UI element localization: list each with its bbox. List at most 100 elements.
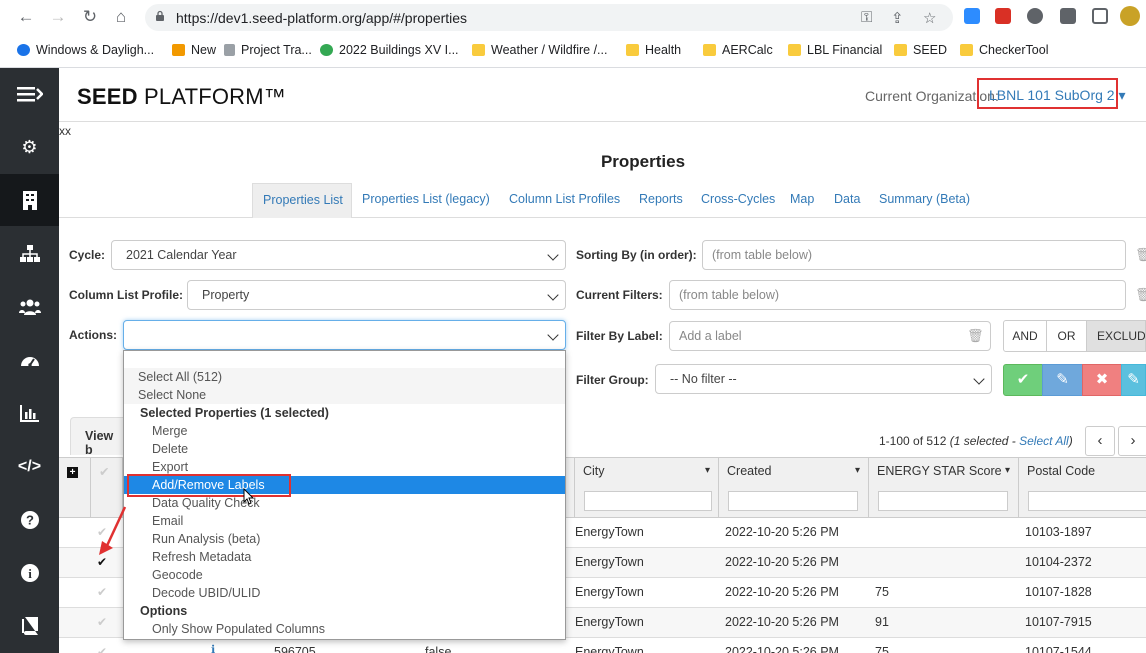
code-icon[interactable]: </>: [0, 441, 59, 493]
expand-all-header[interactable]: +: [59, 458, 91, 518]
users-icon[interactable]: [0, 281, 59, 333]
dashboard-gauge-icon[interactable]: [0, 334, 59, 386]
tab-reports[interactable]: Reports: [639, 183, 683, 218]
key-icon[interactable]: ⚿: [861, 9, 872, 26]
rename-filter-button[interactable]: ✎: [1042, 364, 1083, 396]
info-icon[interactable]: i: [0, 547, 59, 599]
home-icon[interactable]: ⌂: [109, 5, 133, 29]
tab-summary-beta[interactable]: Summary (Beta): [879, 183, 970, 218]
view-by-tab[interactable]: View b: [70, 417, 130, 457]
postal-filter-input[interactable]: [1028, 491, 1146, 511]
info-icon[interactable]: ℹ: [211, 643, 215, 653]
sorting-label: Sorting By (in order):: [576, 248, 697, 262]
bookmark-folder[interactable]: LBL Financial: [788, 41, 882, 59]
url-text: https://dev1.seed-platform.org/app/#/pro…: [176, 10, 468, 26]
trash-icon[interactable]: 🗑: [1135, 247, 1146, 263]
decode-ubid-option[interactable]: Decode UBID/ULID: [124, 584, 565, 602]
column-header-energy-star[interactable]: ENERGY STAR Score ▾: [869, 458, 1019, 518]
delete-option[interactable]: Delete: [124, 440, 565, 458]
bookmark-folder[interactable]: CheckerTool: [960, 41, 1048, 59]
edit-filter-button[interactable]: ✎: [1121, 364, 1146, 396]
bookmark-folder[interactable]: AERCalc: [703, 41, 773, 59]
pdf-extension-icon[interactable]: [995, 8, 1011, 24]
label-filter-input[interactable]: Add a label: [669, 321, 991, 351]
puzzle-icon[interactable]: [1060, 8, 1076, 24]
delete-filter-button[interactable]: ✖: [1082, 364, 1122, 396]
bookmark[interactable]: New: [172, 41, 216, 59]
trash-icon[interactable]: 🗑: [967, 328, 984, 344]
reload-icon[interactable]: ↻: [78, 5, 102, 29]
column-header-postal-code[interactable]: Postal Code: [1019, 458, 1146, 518]
back-icon[interactable]: ←: [14, 5, 38, 29]
menu-toggle-icon[interactable]: [0, 68, 59, 120]
book-icon[interactable]: [0, 600, 59, 652]
column-profile-select[interactable]: Property: [187, 280, 566, 310]
email-option[interactable]: Email: [124, 512, 565, 530]
profile-avatar[interactable]: [1120, 6, 1140, 26]
trash-icon[interactable]: 🗑: [1135, 287, 1146, 303]
city-filter-input[interactable]: [584, 491, 712, 511]
app-logo[interactable]: SEED PLATFORM™: [77, 84, 286, 110]
chevron-down-icon: ▾: [1004, 465, 1010, 476]
bookmark[interactable]: Project Tra...: [224, 41, 312, 59]
pencil-icon: ✎: [1127, 371, 1140, 388]
energy-star-filter-input[interactable]: [878, 491, 1008, 511]
stray-text: xx: [59, 124, 71, 138]
prev-page-button[interactable]: ‹: [1085, 426, 1115, 456]
geocode-option[interactable]: Geocode: [124, 566, 565, 584]
sidepanel-icon[interactable]: [1092, 8, 1108, 24]
bookmark[interactable]: Windows & Dayligh...: [17, 41, 154, 59]
extension-icon[interactable]: [1027, 8, 1043, 24]
star-icon[interactable]: ☆: [923, 9, 936, 27]
select-none-option[interactable]: Select None: [124, 386, 565, 404]
address-bar[interactable]: https://dev1.seed-platform.org/app/#/pro…: [145, 4, 953, 31]
postal-cell: 10103-1897: [1025, 525, 1092, 539]
exclude-toggle-button[interactable]: EXCLUDE: [1086, 320, 1146, 352]
next-page-button[interactable]: ›: [1118, 426, 1146, 456]
row-checkbox[interactable]: ✔: [97, 645, 107, 653]
run-analysis-option[interactable]: Run Analysis (beta): [124, 530, 565, 548]
merge-option[interactable]: Merge: [124, 422, 565, 440]
table-row[interactable]: ✔ ℹ 596705 false EnergyTown 2022-10-20 5…: [59, 638, 1146, 653]
tab-properties-list-legacy[interactable]: Properties List (legacy): [362, 183, 490, 218]
building-icon[interactable]: [0, 174, 59, 226]
current-filters-input[interactable]: (from table below): [669, 280, 1126, 310]
tab-column-list-profiles[interactable]: Column List Profiles: [509, 183, 620, 218]
or-toggle-button[interactable]: OR: [1046, 320, 1087, 352]
cycle-select[interactable]: 2021 Calendar Year: [111, 240, 566, 270]
postal-cell: 10104-2372: [1025, 555, 1092, 569]
created-filter-input[interactable]: [728, 491, 858, 511]
org-chart-icon[interactable]: [0, 228, 59, 280]
and-toggle-button[interactable]: AND: [1003, 320, 1047, 352]
tab-data[interactable]: Data: [834, 183, 860, 218]
bookmark[interactable]: 2022 Buildings XV I...: [320, 41, 459, 59]
select-all-link[interactable]: Select All: [1019, 434, 1069, 448]
postal-cell: 10107-1828: [1025, 585, 1092, 599]
forward-icon[interactable]: →: [46, 5, 70, 29]
zoom-extension-icon[interactable]: [964, 8, 980, 24]
tab-map[interactable]: Map: [790, 183, 814, 218]
row-checkbox[interactable]: ✔: [97, 585, 107, 599]
select-all-option[interactable]: Select All (512): [124, 368, 565, 386]
column-header-city[interactable]: City ▾: [575, 458, 719, 518]
filter-group-select[interactable]: -- No filter --: [655, 364, 992, 394]
current-filters-label: Current Filters:: [576, 288, 663, 302]
help-icon[interactable]: ?: [0, 494, 59, 546]
share-icon[interactable]: ⇪: [891, 9, 904, 27]
only-show-populated-option[interactable]: Only Show Populated Columns: [124, 620, 565, 638]
org-selector[interactable]: LBNL 101 SubOrg 2 ▾: [989, 87, 1125, 104]
bookmark-folder[interactable]: Health: [626, 41, 681, 59]
chevron-down-icon: [547, 249, 559, 261]
bookmark-folder[interactable]: SEED: [894, 41, 947, 59]
sorting-input[interactable]: (from table below): [702, 240, 1126, 270]
actions-select[interactable]: [123, 320, 566, 350]
bookmark-folder[interactable]: Weather / Wildfire /...: [472, 41, 607, 59]
tab-properties-list[interactable]: Properties List: [252, 183, 352, 218]
bar-chart-icon[interactable]: [0, 387, 59, 439]
pagination-info: 1-100 of 512 (1 selected - Select All): [879, 434, 1073, 448]
row-checkbox[interactable]: ✔: [97, 615, 107, 629]
column-header-created[interactable]: Created ▾: [719, 458, 869, 518]
save-filter-button[interactable]: ✔: [1003, 364, 1043, 396]
tab-cross-cycles[interactable]: Cross-Cycles: [701, 183, 775, 218]
refresh-metadata-option[interactable]: Refresh Metadata: [124, 548, 565, 566]
